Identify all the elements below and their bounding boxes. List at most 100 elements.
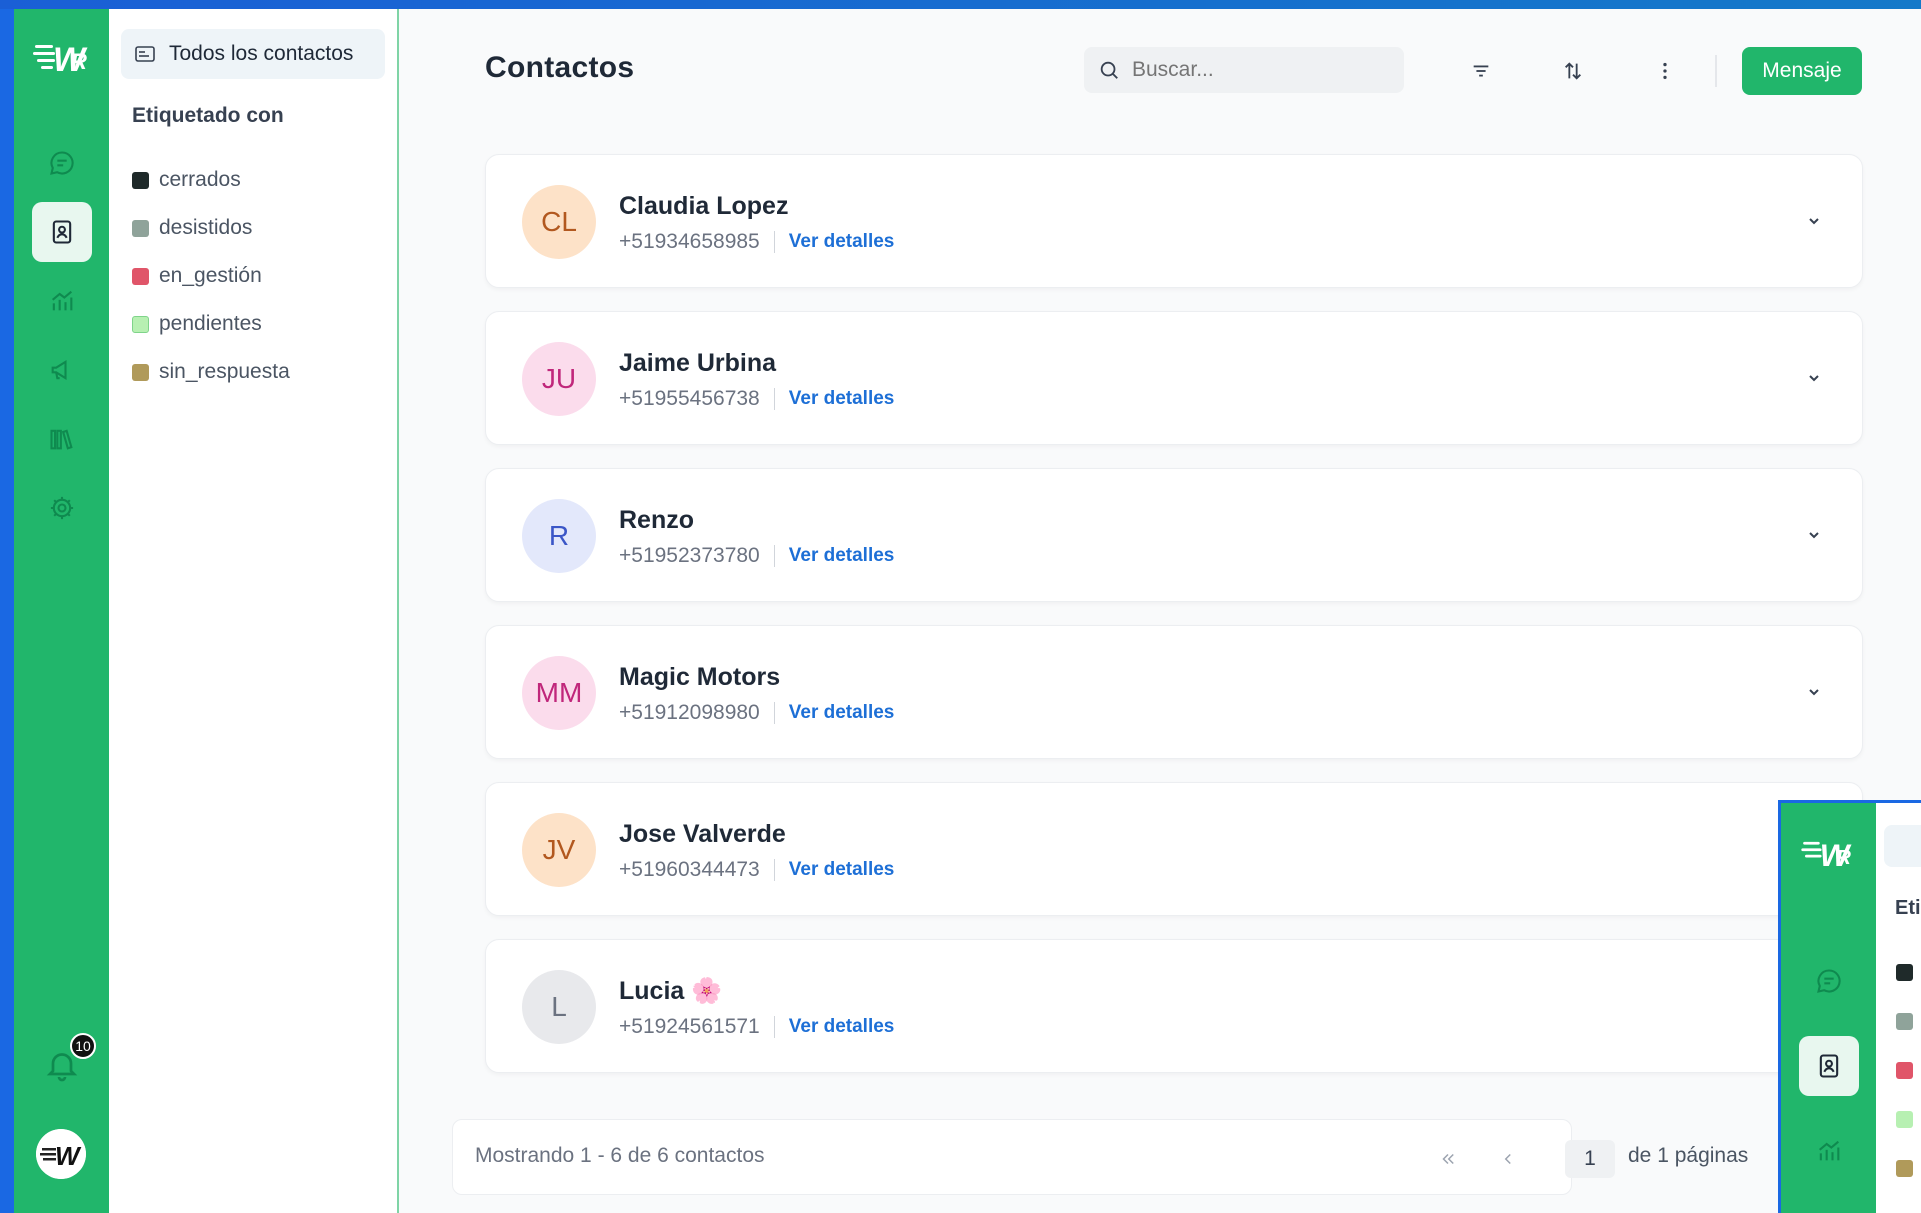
brand-logo-icon[interactable]: W R (33, 31, 91, 81)
meta-separator (773, 388, 775, 410)
contact-name: Lucia 🌸 (619, 977, 723, 1005)
rail-contacts-button[interactable] (32, 202, 92, 262)
tag-color-swatch (132, 363, 149, 381)
tag-label: en_gestión (159, 264, 262, 287)
rail-analytics-button[interactable] (32, 271, 92, 331)
view-details-link[interactable]: Ver detalles (789, 859, 895, 881)
overlapping-window-preview[interactable]: W R Eti (1778, 800, 1921, 1213)
search-box[interactable] (1084, 47, 1404, 93)
contact-name: Jaime Urbina (619, 349, 777, 377)
tag-label: desistidos (159, 216, 253, 239)
tag-color-swatch (1896, 964, 1913, 981)
current-page-input[interactable]: 1 (1565, 1140, 1615, 1178)
tag-item-desistidos[interactable]: desistidos (132, 204, 290, 252)
chat-bubble-icon (50, 151, 74, 175)
icon-rail: W R 10 W (14, 9, 109, 1213)
chevron-down-icon[interactable] (1802, 209, 1826, 233)
view-details-link[interactable]: Ver detalles (789, 231, 895, 253)
tag-color-swatch (132, 267, 149, 285)
contact-card[interactable]: R Renzo +51952373780 Ver detalles (485, 468, 1863, 602)
view-details-link[interactable]: Ver detalles (789, 702, 895, 724)
first-page-button[interactable] (1428, 1140, 1468, 1178)
contact-phone: +51960344473 (619, 858, 760, 881)
view-details-link[interactable]: Ver detalles (789, 388, 895, 410)
contact-avatar: R (522, 499, 596, 573)
megaphone-icon (51, 359, 67, 381)
tag-item-en-gestion[interactable]: en_gestión (132, 252, 290, 300)
contact-avatar: L (522, 970, 596, 1044)
user-avatar[interactable]: W (36, 1129, 86, 1179)
contact-card[interactable]: JV Jose Valverde +51960344473 Ver detall… (485, 782, 1863, 916)
preview-section-title-fragment: Eti (1895, 897, 1921, 919)
chart-growth-icon (1818, 1140, 1840, 1161)
contact-card[interactable]: L Lucia 🌸 +51924561571 Ver detalles (485, 939, 1863, 1073)
svg-text:R: R (71, 49, 87, 74)
rail-campaigns-button[interactable] (32, 340, 92, 400)
chevron-left-icon (1504, 1153, 1511, 1165)
view-details-link[interactable]: Ver detalles (789, 545, 895, 567)
app-window: W R 10 W Todos los contactos Etiquetado … (14, 9, 1921, 1213)
avatar-logo-icon: W (36, 1129, 86, 1179)
total-pages-label: de 1 páginas (1628, 1144, 1749, 1167)
contact-card[interactable]: CL Claudia Lopez +51934658985 Ver detall… (485, 154, 1863, 288)
preview-sidebar: Eti (1876, 803, 1921, 1213)
tag-item-sin-respuesta[interactable]: sin_respuesta (132, 348, 290, 396)
chevron-down-icon[interactable] (1802, 680, 1826, 704)
chart-growth-icon (51, 290, 73, 311)
more-options-button[interactable] (1647, 53, 1683, 89)
tag-item-cerrados[interactable]: cerrados (132, 156, 290, 204)
contact-card[interactable]: MM Magic Motors +51912098980 Ver detalle… (485, 625, 1863, 759)
preview-icon-rail: W R (1781, 803, 1876, 1213)
meta-separator (773, 702, 775, 724)
contact-meta: +51912098980 Ver detalles (619, 701, 894, 725)
contact-name: Jose Valverde (619, 820, 786, 848)
svg-text:W: W (55, 1141, 82, 1171)
filter-icon (1473, 65, 1489, 77)
tag-label: sin_respuesta (159, 360, 290, 383)
filter-button[interactable] (1463, 53, 1499, 89)
chevron-down-icon[interactable] (1802, 523, 1826, 547)
meta-separator (773, 231, 775, 253)
contact-phone: +51912098980 (619, 701, 760, 724)
results-count: Mostrando 1 - 6 de 6 contactos (475, 1144, 765, 1167)
contact-avatar: JU (522, 342, 596, 416)
rail-library-button[interactable] (32, 409, 92, 469)
contact-card[interactable]: JU Jaime Urbina +51955456738 Ver detalle… (485, 311, 1863, 445)
meta-separator (773, 545, 775, 567)
tag-color-swatch (1896, 1160, 1913, 1177)
tag-list: cerrados desistidos en_gestión pendiente… (132, 156, 290, 396)
tag-label: pendientes (159, 312, 262, 335)
contact-phone: +51952373780 (619, 544, 760, 567)
meta-separator (773, 1016, 775, 1038)
page-title: Contactos (485, 51, 635, 84)
contact-avatar: JV (522, 813, 596, 887)
search-input[interactable] (1130, 57, 1384, 83)
tag-item-pendientes[interactable]: pendientes (132, 300, 290, 348)
preview-contacts-button (1799, 1036, 1859, 1096)
all-contacts-item[interactable]: Todos los contactos (121, 29, 385, 79)
previous-page-button[interactable] (1488, 1140, 1528, 1178)
pagination-footer: Mostrando 1 - 6 de 6 contactos 1 de 1 pá… (452, 1119, 1748, 1195)
tag-color-swatch (132, 171, 149, 189)
sort-button[interactable] (1555, 53, 1591, 89)
contact-book-icon (52, 220, 72, 244)
rail-chat-button[interactable] (32, 133, 92, 193)
search-icon (1100, 61, 1118, 79)
rail-settings-button[interactable] (32, 478, 92, 538)
chat-bubble-icon (1817, 969, 1841, 993)
contact-name: Renzo (619, 506, 694, 534)
view-details-link[interactable]: Ver detalles (789, 1016, 895, 1038)
contact-meta: +51955456738 Ver detalles (619, 387, 894, 411)
contact-phone: +51955456738 (619, 387, 760, 410)
chevron-down-icon[interactable] (1802, 366, 1826, 390)
contact-meta: +51960344473 Ver detalles (619, 858, 894, 882)
contacts-sidebar: Todos los contactos Etiquetado con cerra… (109, 9, 399, 1213)
meta-separator (773, 859, 775, 881)
tag-color-swatch (132, 219, 149, 237)
notifications-count-badge: 10 (70, 1033, 96, 1059)
contact-phone: +51924561571 (619, 1015, 760, 1038)
top-window-edge (0, 0, 1921, 9)
contact-avatar: MM (522, 656, 596, 730)
message-button[interactable]: Mensaje (1742, 47, 1862, 95)
gear-icon (50, 496, 74, 520)
